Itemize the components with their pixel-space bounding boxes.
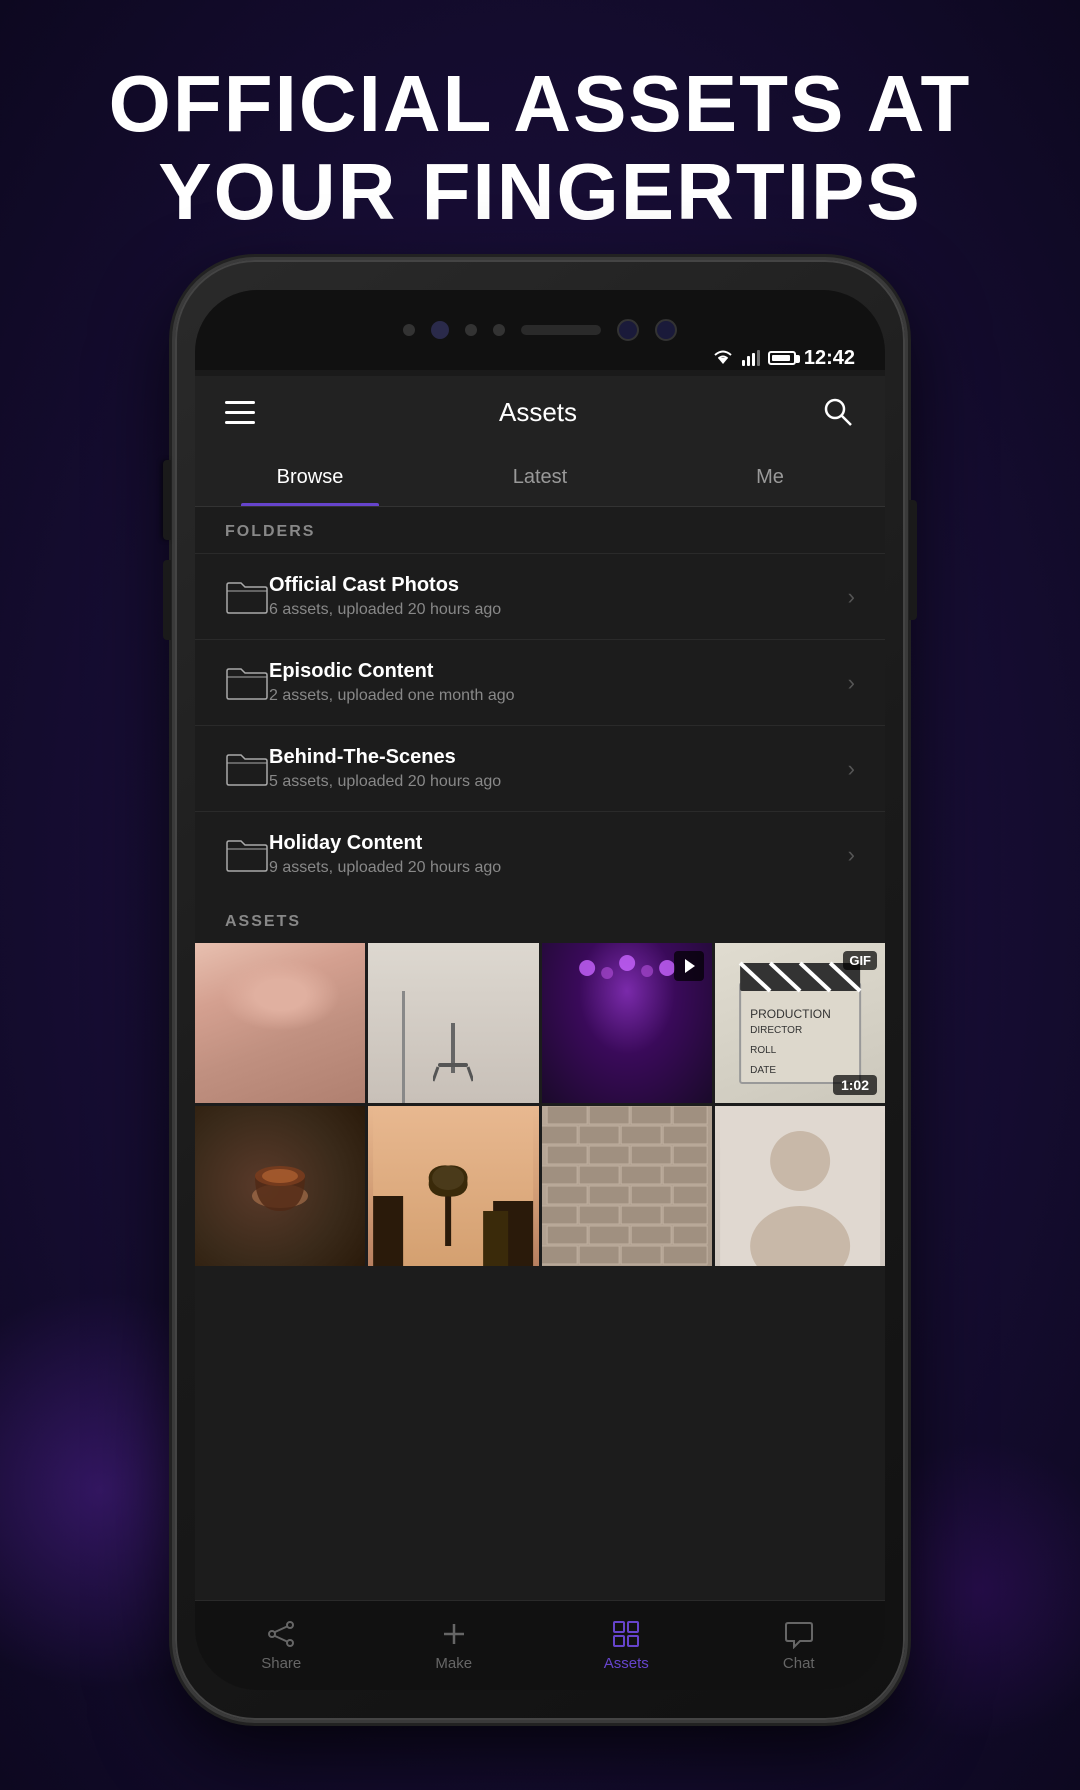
- nav-share-label: Share: [261, 1655, 301, 1672]
- bottom-nav: Share Make: [195, 1600, 885, 1690]
- play-triangle-3: [685, 959, 695, 973]
- asset-photo-8[interactable]: [715, 1106, 885, 1266]
- nav-make[interactable]: Make: [368, 1619, 541, 1672]
- svg-text:DATE: DATE: [750, 1065, 776, 1076]
- tab-me[interactable]: Me: [655, 448, 885, 506]
- grid-icon: [611, 1619, 641, 1649]
- headline: OFFICIAL ASSETS AT YOUR FINGERTIPS: [0, 0, 1080, 276]
- folder-meta-1: 6 assets, uploaded 20 hours ago: [269, 601, 848, 619]
- asset-photo-2[interactable]: [368, 943, 538, 1103]
- sensor-led: [403, 324, 415, 336]
- search-button[interactable]: [821, 395, 855, 429]
- nav-make-label: Make: [435, 1655, 472, 1672]
- status-time: 12:42: [804, 347, 855, 370]
- wifi-status-icon: [712, 350, 734, 366]
- signal-status-icon: [742, 350, 760, 366]
- folder-item-official-cast[interactable]: Official Cast Photos 6 assets, uploaded …: [195, 553, 885, 639]
- app-header: Assets: [195, 376, 885, 448]
- folders-section-title: FOLDERS: [225, 523, 315, 540]
- svg-text:DIRECTOR: DIRECTOR: [750, 1025, 802, 1036]
- folder-list: Official Cast Photos 6 assets, uploaded …: [195, 553, 885, 897]
- chat-icon: [784, 1619, 814, 1649]
- hamburger-line-1: [225, 401, 255, 404]
- sensor-proximity: [431, 321, 449, 339]
- folder-info-4: Holiday Content 9 assets, uploaded 20 ho…: [269, 832, 848, 877]
- asset-photo-5[interactable]: [195, 1106, 365, 1266]
- asset-photo-1[interactable]: [195, 943, 365, 1103]
- phone-screen: 12:42 Assets: [195, 290, 885, 1690]
- chevron-icon-2: ›: [848, 670, 855, 696]
- front-camera: [617, 319, 639, 341]
- assets-section-header: ASSETS: [195, 897, 885, 943]
- app-title: Assets: [499, 397, 577, 428]
- folder-item-holiday[interactable]: Holiday Content 9 assets, uploaded 20 ho…: [195, 811, 885, 897]
- hamburger-line-2: [225, 411, 255, 414]
- folder-name-4: Holiday Content: [269, 832, 848, 855]
- asset-photo-6[interactable]: [368, 1106, 538, 1266]
- folder-meta-3: 5 assets, uploaded 20 hours ago: [269, 773, 848, 791]
- asset-photo-4[interactable]: PRODUCTION DIRECTOR ROLL DATE GIF 1:02: [715, 943, 885, 1103]
- sensor-dot-3: [493, 324, 505, 336]
- asset-photo-7[interactable]: [542, 1106, 712, 1266]
- studio-equipment-icon: [433, 1023, 473, 1083]
- share-icon: [266, 1619, 296, 1649]
- headline-text: OFFICIAL ASSETS AT YOUR FINGERTIPS: [80, 60, 1000, 236]
- battery-status-icon: [768, 351, 796, 365]
- svg-text:PRODUCTION: PRODUCTION: [750, 1007, 831, 1021]
- nav-share[interactable]: Share: [195, 1619, 368, 1672]
- folder-item-episodic[interactable]: Episodic Content 2 assets, uploaded one …: [195, 639, 885, 725]
- folder-name-1: Official Cast Photos: [269, 574, 848, 597]
- assets-photo-grid: PRODUCTION DIRECTOR ROLL DATE GIF 1:02: [195, 943, 885, 1269]
- tab-latest[interactable]: Latest: [425, 448, 655, 506]
- svg-text:ROLL: ROLL: [750, 1045, 777, 1056]
- nav-assets-label: Assets: [604, 1655, 649, 1672]
- menu-button[interactable]: [225, 401, 255, 424]
- folder-icon-2: [225, 665, 269, 701]
- duration-badge-4: 1:02: [833, 1075, 877, 1095]
- folder-name-2: Episodic Content: [269, 660, 848, 683]
- city-skyline-icon: [368, 1106, 538, 1266]
- chevron-icon-3: ›: [848, 756, 855, 782]
- assets-section-title: ASSETS: [225, 913, 301, 930]
- portrait-icon: [715, 1106, 885, 1266]
- tab-browse[interactable]: Browse: [195, 448, 425, 506]
- play-badge-3: [674, 951, 704, 981]
- folder-meta-4: 9 assets, uploaded 20 hours ago: [269, 859, 848, 877]
- plus-icon: [439, 1619, 469, 1649]
- chevron-icon-4: ›: [848, 842, 855, 868]
- nav-chat[interactable]: Chat: [713, 1619, 886, 1672]
- search-icon: [821, 395, 855, 429]
- folder-info-2: Episodic Content 2 assets, uploaded one …: [269, 660, 848, 705]
- gif-badge-4: GIF: [843, 951, 877, 970]
- asset-photo-3[interactable]: [542, 943, 712, 1103]
- nav-chat-label: Chat: [783, 1655, 815, 1672]
- folder-icon-1: [225, 579, 269, 615]
- folder-icon-4: [225, 837, 269, 873]
- app-content: Assets Browse Latest: [195, 376, 885, 1690]
- folder-meta-2: 2 assets, uploaded one month ago: [269, 687, 848, 705]
- status-bar: 12:42: [225, 340, 855, 376]
- brick-wall-icon: [542, 1106, 712, 1266]
- folders-section-header: FOLDERS: [195, 507, 885, 553]
- folder-name-3: Behind-The-Scenes: [269, 746, 848, 769]
- phone-body: 12:42 Assets: [175, 260, 905, 1720]
- phone-device: 12:42 Assets: [175, 260, 905, 1720]
- folder-item-behind-scenes[interactable]: Behind-The-Scenes 5 assets, uploaded 20 …: [195, 725, 885, 811]
- hamburger-line-3: [225, 421, 255, 424]
- sensor-speaker: [521, 325, 601, 335]
- coffee-cup-icon: [240, 1146, 320, 1226]
- status-icons: 12:42: [712, 347, 855, 370]
- tab-bar: Browse Latest Me: [195, 448, 885, 507]
- folder-info-3: Behind-The-Scenes 5 assets, uploaded 20 …: [269, 746, 848, 791]
- nav-assets[interactable]: Assets: [540, 1619, 713, 1672]
- chevron-icon-1: ›: [848, 584, 855, 610]
- sensor-dot-2: [465, 324, 477, 336]
- folder-info-1: Official Cast Photos 6 assets, uploaded …: [269, 574, 848, 619]
- front-camera-2: [655, 319, 677, 341]
- folder-icon-3: [225, 751, 269, 787]
